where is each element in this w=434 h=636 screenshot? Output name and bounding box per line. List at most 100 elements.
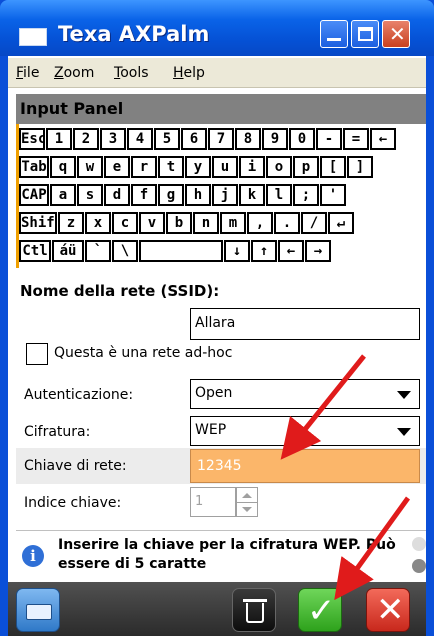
key[interactable]: x [85, 212, 111, 234]
scroll-down-icon[interactable] [412, 559, 426, 573]
key-index-spinner[interactable] [236, 487, 258, 517]
spinner-down-icon [242, 507, 252, 512]
key[interactable]: p [293, 156, 319, 178]
key[interactable]: ; [293, 184, 319, 206]
key[interactable]: ↵ [328, 212, 354, 234]
key[interactable]: Ctl [19, 240, 51, 262]
key[interactable]: z [58, 212, 84, 234]
key-index-input[interactable]: 1 [190, 487, 236, 517]
key[interactable]: CAP [19, 184, 49, 206]
key[interactable]: áü [52, 240, 84, 262]
key[interactable]: 5 [154, 128, 180, 150]
ssid-input[interactable]: Allara [190, 308, 420, 340]
key[interactable]: Esc [19, 128, 45, 150]
app-window-icon [19, 28, 47, 46]
key[interactable]: g [158, 184, 184, 206]
key[interactable]: Tab [19, 156, 49, 178]
scroll-up-icon[interactable] [412, 537, 426, 551]
title-bar: Texa AXPalm ✕ [0, 0, 434, 56]
keyboard-row: Tab q w e r t y u i o p[] [19, 156, 374, 178]
menu-file[interactable]: File [16, 65, 39, 81]
key[interactable]: . [274, 212, 300, 234]
key[interactable]: u [212, 156, 238, 178]
key[interactable]: 3 [100, 128, 126, 150]
key[interactable]: 9 [262, 128, 288, 150]
key[interactable]: c [112, 212, 138, 234]
key[interactable]: → [305, 240, 331, 262]
keyboard-row: Esc 1 2 3 4 5 6 7 8 9 0- = ← [19, 128, 397, 150]
key[interactable]: b [166, 212, 192, 234]
key[interactable]: t [158, 156, 184, 178]
menu-tools[interactable]: Tools [114, 65, 149, 81]
close-icon: ✕ [376, 590, 405, 630]
key[interactable]: n [193, 212, 219, 234]
key[interactable]: v [139, 212, 165, 234]
menu-help[interactable]: Help [173, 65, 205, 81]
cipher-dropdown[interactable]: WEP [190, 416, 420, 446]
auth-dropdown[interactable]: Open [190, 379, 420, 409]
key[interactable]: Shift [19, 212, 57, 234]
key[interactable]: 2 [73, 128, 99, 150]
key[interactable]: 1 [46, 128, 72, 150]
key[interactable]: 7 [208, 128, 234, 150]
menu-zoom[interactable]: Zoom [54, 65, 94, 81]
key[interactable]: 8 [235, 128, 261, 150]
key[interactable]: r [131, 156, 157, 178]
key[interactable]: ' [320, 184, 346, 206]
close-window-button[interactable]: ✕ [382, 20, 410, 48]
cancel-button[interactable]: ✕ [366, 588, 410, 632]
key[interactable]: ↑ [251, 240, 277, 262]
minimize-button[interactable] [320, 20, 348, 48]
key[interactable] [139, 240, 223, 262]
chevron-down-icon [397, 391, 411, 399]
key[interactable]: d [104, 184, 130, 206]
index-label: Indice chiave: [24, 495, 122, 511]
key[interactable]: / [301, 212, 327, 234]
window-frame: Texa AXPalm ✕ File Zoom Tools Help Input… [0, 0, 434, 636]
delete-button[interactable] [232, 588, 276, 632]
key[interactable]: e [104, 156, 130, 178]
key[interactable]: o [266, 156, 292, 178]
key[interactable]: [ [320, 156, 346, 178]
key[interactable]: k [239, 184, 265, 206]
menu-bar: File Zoom Tools Help [8, 58, 426, 88]
keyboard-row: Shiftzxcvbnm,./↵ [19, 212, 355, 234]
key[interactable]: , [247, 212, 273, 234]
key[interactable]: h [185, 184, 211, 206]
key[interactable]: \ [112, 240, 138, 262]
key[interactable]: w [77, 156, 103, 178]
keyboard-button[interactable] [16, 588, 60, 632]
key[interactable]: 0 [289, 128, 315, 150]
bottom-toolbar: ✓ ✕ [8, 582, 426, 636]
key[interactable]: ` [85, 240, 111, 262]
key[interactable]: 6 [181, 128, 207, 150]
adhoc-checkbox[interactable] [26, 343, 48, 365]
key[interactable]: j [212, 184, 238, 206]
maximize-icon [358, 27, 373, 41]
key[interactable]: y [185, 156, 211, 178]
ok-button[interactable]: ✓ [298, 588, 342, 632]
key[interactable]: a [50, 184, 76, 206]
key[interactable]: f [131, 184, 157, 206]
network-key-input[interactable]: 12345 [190, 449, 420, 483]
keyboard-row: Ctl áü ` \ ↓ ↑ ← → [19, 240, 332, 262]
key[interactable]: ] [347, 156, 373, 178]
key[interactable]: 4 [127, 128, 153, 150]
key[interactable]: = [343, 128, 369, 150]
key[interactable]: q [50, 156, 76, 178]
soft-keyboard: Esc 1 2 3 4 5 6 7 8 9 0- = ← Tab q w e r t y u i o p[] CAP a s d f g h… [16, 124, 426, 268]
key[interactable]: - [316, 128, 342, 150]
maximize-button[interactable] [351, 20, 379, 48]
input-panel-title: Input Panel [20, 99, 124, 118]
input-panel-header: Input Panel [16, 94, 426, 124]
key[interactable]: ← [278, 240, 304, 262]
key[interactable]: i [239, 156, 265, 178]
trash-icon [246, 603, 264, 623]
key[interactable]: ← [370, 128, 396, 150]
key[interactable]: ↓ [224, 240, 250, 262]
key[interactable]: m [220, 212, 246, 234]
key[interactable]: l [266, 184, 292, 206]
info-icon: i [22, 545, 44, 567]
key[interactable]: s [77, 184, 103, 206]
info-text: Inserire la chiave per la cifratura WEP.… [58, 537, 396, 572]
